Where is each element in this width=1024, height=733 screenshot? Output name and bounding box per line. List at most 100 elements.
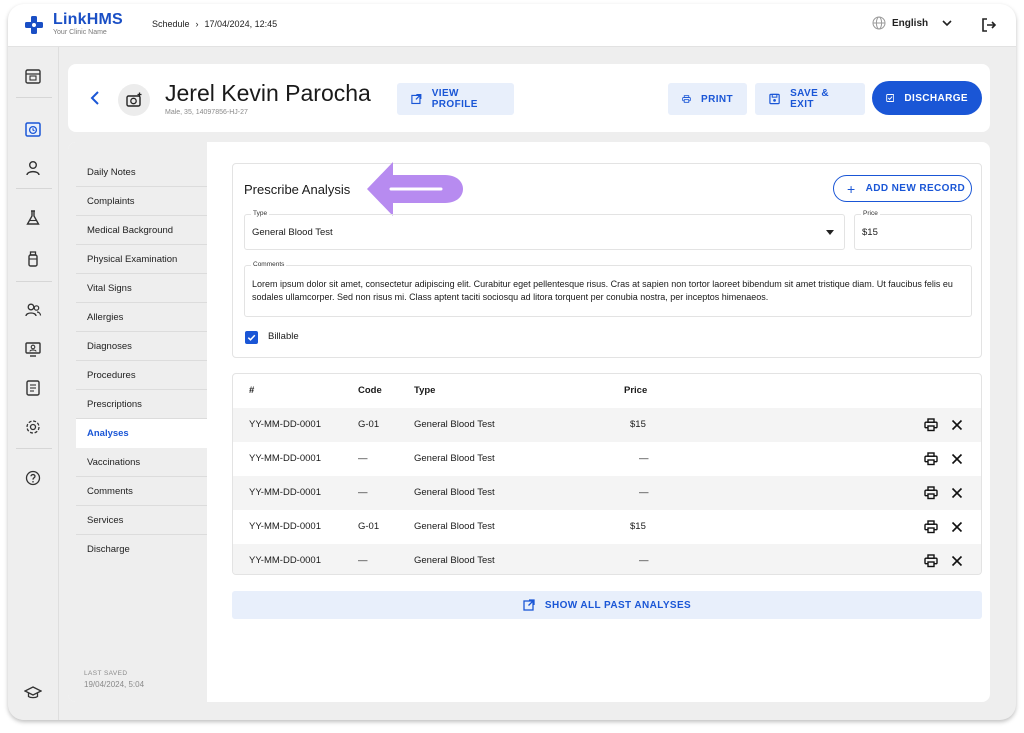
main-content: Daily Notes Complaints Medical Backgroun… <box>68 142 990 702</box>
bottle-icon[interactable] <box>23 249 43 269</box>
section-item-daily-notes[interactable]: Daily Notes <box>76 158 207 187</box>
section-item-vaccinations[interactable]: Vaccinations <box>76 448 207 477</box>
cell-price: — <box>639 453 649 464</box>
section-item-analyses[interactable]: Analyses <box>76 419 207 448</box>
document-list-icon[interactable] <box>23 378 43 398</box>
discharge-label: DISCHARGE <box>904 92 968 104</box>
cell-num: YY-MM-DD-0001 <box>249 419 321 430</box>
delete-row-icon[interactable] <box>950 554 964 568</box>
open-external-icon <box>523 599 535 611</box>
delete-row-icon[interactable] <box>950 486 964 500</box>
table-row[interactable]: YY-MM-DD-0001 G-01 General Blood Test $1… <box>233 408 981 442</box>
cell-code: G-01 <box>358 419 380 430</box>
printer-icon <box>682 95 691 103</box>
section-item-comments[interactable]: Comments <box>76 477 207 506</box>
print-row-icon[interactable] <box>924 554 938 568</box>
section-item-physical-examination[interactable]: Physical Examination <box>76 245 207 274</box>
cell-code: — <box>358 487 368 498</box>
cell-price: $15 <box>630 419 646 430</box>
price-field[interactable]: Price $15 <box>854 210 972 250</box>
flask-icon[interactable] <box>23 208 43 228</box>
back-arrow-icon[interactable] <box>88 90 102 106</box>
show-all-past-analyses-button[interactable]: SHOW ALL PAST ANALYSES <box>232 591 982 619</box>
add-new-record-label: ADD NEW RECORD <box>865 183 966 194</box>
cell-code: — <box>358 453 368 464</box>
monitor-user-icon[interactable] <box>23 339 43 359</box>
analyses-table: # Code Type Price YY-MM-DD-0001 G-01 Gen… <box>232 373 982 575</box>
prescribe-analysis-panel: Prescribe Analysis + ADD NEW RECORD Type… <box>232 162 982 358</box>
section-item-procedures[interactable]: Procedures <box>76 361 207 390</box>
graduation-cap-icon[interactable] <box>23 682 43 702</box>
table-row[interactable]: YY-MM-DD-0001 — General Blood Test — <box>233 476 981 510</box>
language-label: English <box>892 17 929 29</box>
discharge-button[interactable]: DISCHARGE <box>872 81 982 115</box>
table-row[interactable]: YY-MM-DD-0001 — General Blood Test — <box>233 442 981 476</box>
breadcrumb: Schedule › 17/04/2024, 12:45 <box>152 19 277 29</box>
cell-price: — <box>639 555 649 566</box>
rail-divider <box>16 281 52 282</box>
print-row-icon[interactable] <box>924 520 938 534</box>
header-type: Type <box>414 385 436 396</box>
app-logo[interactable]: LinkHMS <box>53 11 123 29</box>
view-profile-button[interactable]: VIEW PROFILE <box>397 83 514 115</box>
last-saved-value: 19/04/2024, 5:04 <box>84 680 145 689</box>
section-item-complaints[interactable]: Complaints <box>76 187 207 216</box>
users-icon[interactable] <box>23 300 43 320</box>
type-value: General Blood Test <box>252 227 333 238</box>
type-label: Type <box>251 210 270 217</box>
save-exit-label: SAVE & EXIT <box>790 88 829 110</box>
breadcrumb-schedule[interactable]: Schedule <box>152 19 190 29</box>
calendar-day-icon[interactable] <box>23 66 43 86</box>
gear-icon[interactable] <box>23 417 43 437</box>
section-item-prescriptions[interactable]: Prescriptions <box>76 390 207 419</box>
logout-icon[interactable] <box>980 16 998 34</box>
globe-icon <box>872 16 886 30</box>
top-bar: LinkHMS Your Clinic Name Schedule › 17/0… <box>8 4 1016 47</box>
breadcrumb-separator: › <box>195 19 199 29</box>
section-item-diagnoses[interactable]: Diagnoses <box>76 332 207 361</box>
cell-num: YY-MM-DD-0001 <box>249 521 321 532</box>
delete-row-icon[interactable] <box>950 418 964 432</box>
patient-name: Jerel Kevin Parocha <box>165 80 371 106</box>
print-row-icon[interactable] <box>924 452 938 466</box>
price-value: $15 <box>862 227 878 238</box>
cell-type: General Blood Test <box>414 419 495 430</box>
save-exit-button[interactable]: SAVE & EXIT <box>755 83 865 115</box>
avatar[interactable] <box>118 84 150 116</box>
help-icon[interactable] <box>23 468 43 488</box>
checklist-icon <box>886 94 895 102</box>
price-label: Price <box>861 210 880 217</box>
section-item-vital-signs[interactable]: Vital Signs <box>76 274 207 303</box>
annotation-arrow-icon <box>367 162 463 216</box>
cell-type: General Blood Test <box>414 555 495 566</box>
delete-row-icon[interactable] <box>950 520 964 534</box>
add-new-record-button[interactable]: + ADD NEW RECORD <box>833 175 972 202</box>
cell-code: — <box>358 555 368 566</box>
print-button[interactable]: PRINT <box>668 83 747 115</box>
section-item-discharge[interactable]: Discharge <box>76 535 207 564</box>
section-item-services[interactable]: Services <box>76 506 207 535</box>
user-icon[interactable] <box>23 158 43 178</box>
table-row[interactable]: YY-MM-DD-0001 — General Blood Test — <box>233 544 981 574</box>
rail-divider <box>16 188 52 189</box>
patient-meta: Male, 35, 14097856-HJ-27 <box>165 109 248 116</box>
clinic-name: Your Clinic Name <box>53 29 107 36</box>
check-icon <box>247 334 256 341</box>
calendar-clock-icon[interactable] <box>23 119 43 139</box>
section-nav: Daily Notes Complaints Medical Backgroun… <box>68 142 207 702</box>
cell-type: General Blood Test <box>414 453 495 464</box>
table-row[interactable]: YY-MM-DD-0001 G-01 General Blood Test $1… <box>233 510 981 544</box>
delete-row-icon[interactable] <box>950 452 964 466</box>
print-row-icon[interactable] <box>924 486 938 500</box>
section-item-medical-background[interactable]: Medical Background <box>76 216 207 245</box>
language-selector[interactable]: English <box>872 16 954 30</box>
billable-checkbox[interactable] <box>245 331 258 344</box>
camera-add-icon <box>126 92 142 107</box>
type-select[interactable]: Type General Blood Test <box>244 210 845 250</box>
billable-label: Billable <box>268 331 299 342</box>
left-rail <box>8 47 59 720</box>
print-row-icon[interactable] <box>924 418 938 432</box>
comments-field[interactable]: Comments Lorem ipsum dolor sit amet, con… <box>244 261 972 317</box>
section-item-allergies[interactable]: Allergies <box>76 303 207 332</box>
header-num: # <box>249 385 255 396</box>
